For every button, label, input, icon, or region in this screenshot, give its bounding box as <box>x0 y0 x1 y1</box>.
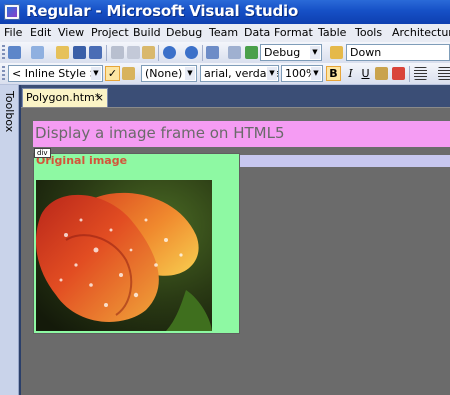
menu-tools[interactable]: Tools <box>355 26 382 39</box>
image-frame[interactable]: Original image <box>33 153 240 334</box>
open-file-icon[interactable] <box>56 46 69 59</box>
highlight-color-icon[interactable] <box>375 67 388 80</box>
menu-view[interactable]: View <box>58 26 84 39</box>
menu-edit[interactable]: Edit <box>30 26 51 39</box>
tab-polygon-htm[interactable]: Polygon.htm* × <box>22 88 108 107</box>
chevron-down-icon[interactable]: ▼ <box>267 67 277 80</box>
bold-button[interactable]: B <box>326 66 341 81</box>
toolbar-separator <box>409 66 410 82</box>
menu-bar: File Edit View Project Build Debug Team … <box>0 24 450 42</box>
save-icon[interactable] <box>73 46 86 59</box>
menu-architecture[interactable]: Architecture <box>392 26 450 39</box>
underline-button[interactable]: U <box>358 66 373 81</box>
font-color-icon[interactable] <box>392 67 405 80</box>
solution-configuration-value: Debug <box>264 46 301 59</box>
start-debugging-icon[interactable] <box>245 46 258 59</box>
target-rule-dropdown[interactable]: < Inline Style > ▼ <box>8 65 103 82</box>
document-tab-strip: Polygon.htm* × <box>21 85 450 107</box>
undo-icon[interactable] <box>163 46 176 59</box>
toolbar-separator <box>106 45 107 61</box>
reuse-existing-style-icon[interactable] <box>122 67 135 80</box>
menu-build[interactable]: Build <box>133 26 161 39</box>
navigate-forward-icon[interactable] <box>228 46 241 59</box>
bullets-icon[interactable] <box>438 67 450 80</box>
font-size-dropdown[interactable]: 100% ▼ <box>281 65 323 82</box>
heading-h5-element[interactable]: Display a image frame on HTML5 <box>33 121 450 147</box>
chevron-down-icon[interactable]: ▼ <box>311 67 321 80</box>
redo-icon[interactable] <box>185 46 198 59</box>
class-value: (None) <box>145 67 183 80</box>
solution-configuration-dropdown[interactable]: Debug ▼ <box>260 44 322 61</box>
standard-toolbar: Debug ▼ Down <box>0 42 450 64</box>
find-in-files-icon[interactable] <box>330 46 343 59</box>
apply-new-style-icon[interactable]: ✓ <box>105 66 120 81</box>
tab-label: Polygon.htm* <box>26 91 101 104</box>
font-name-dropdown[interactable]: arial, verdana ▼ <box>200 65 279 82</box>
italic-button[interactable]: I <box>343 66 358 81</box>
window-title: Regular - Microsoft Visual Studio <box>26 2 299 20</box>
menu-data[interactable]: Data <box>244 26 270 39</box>
visual-studio-icon <box>4 4 20 20</box>
div-tag-label[interactable]: div <box>34 148 51 158</box>
toolbox-tab[interactable]: Toolbox <box>3 91 16 132</box>
paste-icon[interactable] <box>142 46 155 59</box>
title-bar: Regular - Microsoft Visual Studio <box>0 0 450 24</box>
chevron-down-icon[interactable]: ▼ <box>185 67 195 80</box>
align-left-icon[interactable] <box>414 67 427 80</box>
design-canvas[interactable]: Display a image frame on HTML5 Original … <box>21 107 450 395</box>
chevron-down-icon[interactable]: ▼ <box>91 67 101 80</box>
menu-project[interactable]: Project <box>91 26 129 39</box>
formatting-toolbar: < Inline Style > ▼ ✓ (None) ▼ arial, ver… <box>0 63 450 85</box>
add-item-icon[interactable] <box>31 46 44 59</box>
tulip-image[interactable] <box>36 180 212 331</box>
copy-icon[interactable] <box>127 46 140 59</box>
navigate-backward-icon[interactable] <box>206 46 219 59</box>
toolbar-separator <box>158 45 159 61</box>
class-dropdown[interactable]: (None) ▼ <box>141 65 197 82</box>
save-all-icon[interactable] <box>89 46 102 59</box>
toolbox-strip[interactable]: Toolbox <box>0 85 19 395</box>
menu-team[interactable]: Team <box>209 26 238 39</box>
menu-debug[interactable]: Debug <box>166 26 202 39</box>
menu-file[interactable]: File <box>4 26 22 39</box>
chevron-down-icon[interactable]: ▼ <box>310 46 320 59</box>
cut-icon[interactable] <box>111 46 124 59</box>
toolbar-separator <box>202 45 203 61</box>
menu-table[interactable]: Table <box>318 26 346 39</box>
find-combo[interactable]: Down <box>346 44 450 61</box>
find-value: Down <box>350 46 382 59</box>
target-rule-value: < Inline Style > <box>12 67 99 80</box>
new-project-icon[interactable] <box>8 46 21 59</box>
toolbar-grip[interactable] <box>2 66 5 81</box>
menu-format[interactable]: Format <box>274 26 313 39</box>
page-heading: Display a image frame on HTML5 <box>35 124 285 142</box>
close-icon[interactable]: × <box>95 89 104 106</box>
toolbar-grip[interactable] <box>2 45 5 60</box>
